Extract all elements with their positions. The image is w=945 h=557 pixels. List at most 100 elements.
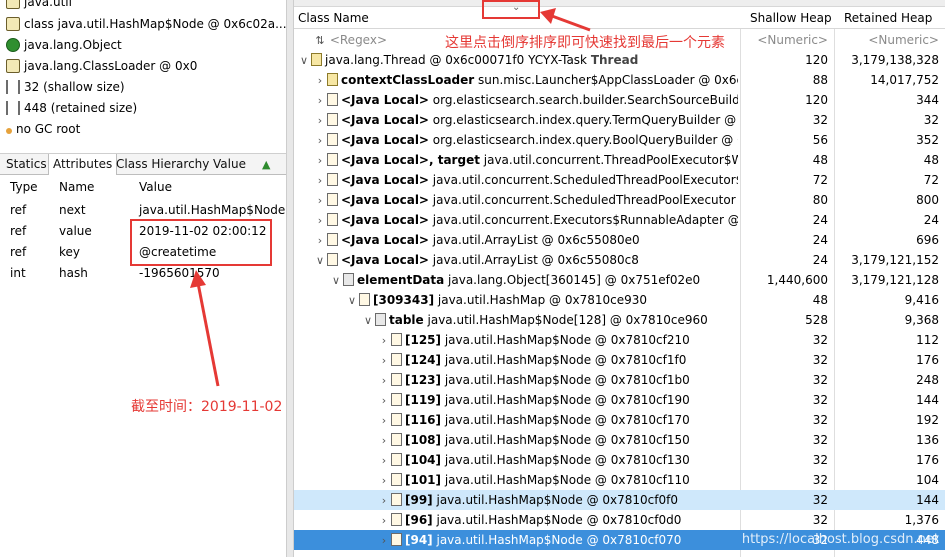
pane-splitter[interactable] — [286, 0, 294, 557]
tree-row[interactable]: › <Java Local>, target java.util.concurre… — [294, 150, 945, 170]
chevron-right-icon[interactable]: › — [378, 431, 390, 450]
chevron-right-icon[interactable]: › — [314, 111, 326, 130]
package-icon — [6, 0, 20, 9]
attribute-row[interactable]: int hash -1965601570 — [0, 263, 286, 284]
shallow-heap-value: 32 — [812, 333, 828, 347]
tree-row[interactable]: › [124] java.util.HashMap$Node @ 0x7810cf… — [294, 350, 945, 370]
tree-row[interactable]: ∨ table java.util.HashMap$Node[128] @ 0x7… — [294, 310, 945, 330]
chevron-right-icon[interactable]: › — [378, 331, 390, 350]
sort-descending-icon[interactable]: ⌄ — [512, 2, 520, 13]
pin-icon[interactable]: ▲ — [258, 154, 274, 175]
tab-attributes[interactable]: Attributes — [48, 154, 118, 175]
chevron-right-icon[interactable]: › — [314, 191, 326, 210]
tree-row[interactable]: › [99] java.util.HashMap$Node @ 0x7810cf0… — [294, 490, 945, 510]
regex-filter-input[interactable]: <Regex> — [330, 33, 387, 47]
tree-row[interactable]: ∨ java.lang.Thread @ 0x6c00071f0 YCYX-Tas… — [294, 50, 945, 70]
tree-row[interactable]: › [125] java.util.HashMap$Node @ 0x7810cf… — [294, 330, 945, 350]
column-name[interactable]: Name — [59, 176, 94, 198]
tree-row-name: › <Java Local> org.elasticsearch.search.b… — [314, 90, 738, 110]
tree-row-name: › <Java Local> org.elasticsearch.index.qu… — [314, 110, 738, 130]
object-icon — [327, 193, 338, 206]
column-value[interactable]: Value — [139, 176, 172, 198]
chevron-down-icon[interactable]: ∨ — [330, 271, 342, 290]
tree-row[interactable]: › [96] java.util.HashMap$Node @ 0x7810cf0… — [294, 510, 945, 530]
chevron-right-icon[interactable]: › — [314, 231, 326, 250]
tab-statics[interactable]: Statics — [2, 154, 51, 175]
chevron-right-icon[interactable]: › — [314, 211, 326, 230]
tree-row-label: java.util.HashMap @ 0x7810ce930 — [434, 293, 647, 307]
tree-row[interactable]: › <Java Local> java.util.concurrent.Sched… — [294, 190, 945, 210]
shallow-heap-value: 48 — [812, 153, 828, 167]
attribute-name: hash — [59, 266, 88, 280]
shallow-heap-value: 56 — [812, 133, 828, 147]
tab-class-hierarchy[interactable]: Class Hierarchy — [112, 154, 213, 175]
chevron-right-icon[interactable]: › — [378, 391, 390, 410]
retained-heap-value: 112 — [916, 333, 939, 347]
tree-row-name: ∨ elementData java.lang.Object[360145] @ … — [330, 270, 738, 290]
chevron-right-icon[interactable]: › — [314, 91, 326, 110]
object-icon — [327, 173, 338, 186]
retained-heap-value: 352 — [916, 133, 939, 147]
tree-row[interactable]: › [108] java.util.HashMap$Node @ 0x7810cf… — [294, 430, 945, 450]
shallow-filter-input[interactable]: <Numeric> — [740, 30, 828, 50]
chevron-right-icon[interactable]: › — [314, 151, 326, 170]
shallow-heap-value: 48 — [812, 293, 828, 307]
object-icon — [6, 37, 20, 52]
chevron-right-icon[interactable]: › — [378, 451, 390, 470]
retained-heap-value: 9,416 — [904, 293, 939, 307]
tree-row[interactable]: › contextClassLoader sun.misc.Launcher$Ap… — [294, 70, 945, 90]
tab-value[interactable]: Value — [209, 154, 250, 175]
tree-row-prefix: table — [389, 313, 424, 327]
chevron-down-icon[interactable]: ∨ — [362, 311, 374, 330]
tree-row[interactable]: ∨ [309343] java.util.HashMap @ 0x7810ce93… — [294, 290, 945, 310]
retained-heap-value: 176 — [916, 353, 939, 367]
column-shallow-heap[interactable]: Shallow Heap — [750, 7, 832, 29]
tree-row[interactable]: › <Java Local> org.elasticsearch.index.qu… — [294, 110, 945, 130]
tree-row[interactable]: › [123] java.util.HashMap$Node @ 0x7810cf… — [294, 370, 945, 390]
tree-row-name: › [124] java.util.HashMap$Node @ 0x7810cf… — [378, 350, 738, 370]
object-icon — [391, 373, 402, 386]
chevron-down-icon[interactable]: ∨ — [346, 291, 358, 310]
retained-heap-value: 3,179,121,128 — [851, 273, 939, 287]
attribute-row[interactable]: ref next java.util.HashMap$Node — [0, 200, 286, 221]
tree-row[interactable]: › [119] java.util.HashMap$Node @ 0x7810cf… — [294, 390, 945, 410]
chevron-right-icon[interactable]: › — [314, 71, 326, 90]
chevron-down-icon[interactable]: ∨ — [298, 51, 310, 70]
chevron-right-icon[interactable]: › — [378, 371, 390, 390]
shallow-heap-value: 88 — [812, 73, 828, 87]
table-header: Class Name Shallow Heap Retained Heap — [294, 7, 945, 29]
chevron-right-icon[interactable]: › — [378, 511, 390, 530]
object-icon — [391, 533, 402, 546]
chevron-right-icon[interactable]: › — [378, 351, 390, 370]
object-icon — [327, 93, 338, 106]
tree-row[interactable]: › <Java Local> org.elasticsearch.index.qu… — [294, 130, 945, 150]
tree-row[interactable]: › <Java Local> java.util.ArrayList @ 0x6c… — [294, 230, 945, 250]
tree-row[interactable]: ∨ elementData java.lang.Object[360145] @ … — [294, 270, 945, 290]
tree-row[interactable]: ∨ <Java Local> java.util.ArrayList @ 0x6c… — [294, 250, 945, 270]
chevron-right-icon[interactable]: › — [314, 171, 326, 190]
tree-row[interactable]: › <Java Local> java.util.concurrent.Execu… — [294, 210, 945, 230]
object-icon — [327, 153, 338, 166]
object-icon — [391, 453, 402, 466]
shallow-heap-value: 24 — [812, 253, 828, 267]
tree-row-prefix: elementData — [357, 273, 445, 287]
column-class-name[interactable]: Class Name — [298, 7, 369, 29]
chevron-down-icon[interactable]: ∨ — [314, 251, 326, 270]
column-type[interactable]: Type — [10, 176, 38, 198]
chevron-right-icon[interactable]: › — [378, 471, 390, 490]
inspector-tabs: Statics Attributes Class Hierarchy Value… — [0, 153, 286, 175]
chevron-right-icon[interactable]: › — [314, 131, 326, 150]
chevron-right-icon[interactable]: › — [378, 491, 390, 510]
tree-row-label: java.util.concurrent.ScheduledThreadPool… — [428, 173, 738, 187]
retained-heap-value: 32 — [923, 113, 939, 127]
chevron-right-icon[interactable]: › — [378, 411, 390, 430]
chevron-right-icon[interactable]: › — [378, 531, 390, 550]
tree-row-label: org.elasticsearch.index.query.TermQueryB… — [428, 113, 738, 127]
tree-row[interactable]: › <Java Local> java.util.concurrent.Sched… — [294, 170, 945, 190]
column-retained-heap[interactable]: Retained Heap — [844, 7, 932, 29]
tree-row[interactable]: › [104] java.util.HashMap$Node @ 0x7810cf… — [294, 450, 945, 470]
tree-row[interactable]: › <Java Local> org.elasticsearch.search.b… — [294, 90, 945, 110]
tree-row[interactable]: › [116] java.util.HashMap$Node @ 0x7810cf… — [294, 410, 945, 430]
retained-filter-input[interactable]: <Numeric> — [834, 30, 939, 50]
tree-row[interactable]: › [101] java.util.HashMap$Node @ 0x7810cf… — [294, 470, 945, 490]
